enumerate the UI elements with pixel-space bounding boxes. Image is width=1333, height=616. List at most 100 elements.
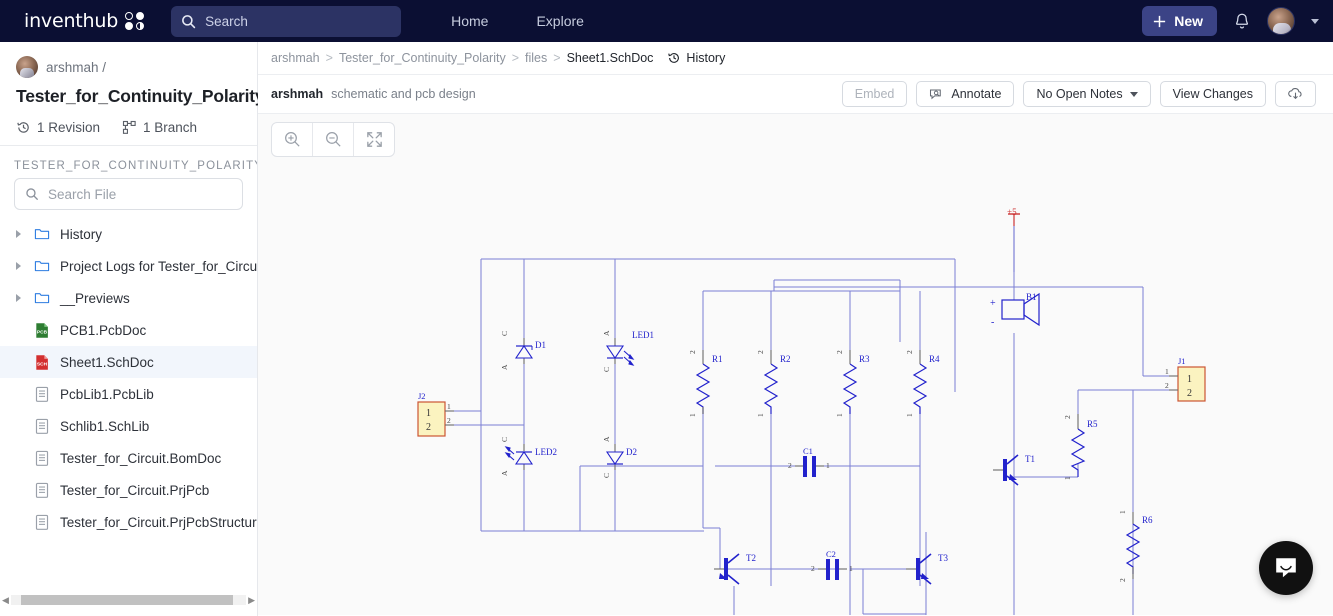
component-J1[interactable]: J1 1 2 1 2 (1165, 356, 1205, 401)
commit-summary: arshmah schematic and pcb design (271, 87, 476, 101)
file-tree-item[interactable]: SCHSheet1.SchDoc (0, 346, 257, 378)
branch-count[interactable]: 1 Branch (122, 120, 197, 135)
breadcrumb-item-files[interactable]: files (525, 51, 547, 65)
file-tree-item-label: PCB1.PcbDoc (60, 323, 146, 338)
component-ref-T3: T3 (938, 553, 948, 563)
svg-text:PCB: PCB (37, 329, 48, 335)
expand-toggle-icon[interactable] (12, 294, 24, 302)
svg-text:1: 1 (688, 413, 697, 417)
component-T3[interactable]: T3 (906, 553, 948, 584)
component-R5[interactable]: 2 1 R5 (1063, 414, 1098, 480)
component-ref-C1: C1 (803, 446, 813, 456)
file-tree-item[interactable]: PcbLib1.PcbLib (0, 378, 257, 410)
file-tree-item-label: Project Logs for Tester_for_Circui (60, 259, 260, 274)
svg-text:A: A (602, 436, 611, 442)
component-ref-R3: R3 (859, 354, 870, 364)
chat-bubble-icon (1273, 555, 1299, 581)
component-LED1[interactable]: A C LED1 (602, 330, 654, 372)
new-button[interactable]: New (1142, 6, 1217, 36)
view-changes-button[interactable]: View Changes (1160, 81, 1266, 107)
download-cloud-icon (1287, 86, 1304, 102)
component-ref-J2: J2 (418, 391, 426, 401)
intercom-chat-button[interactable] (1259, 541, 1313, 595)
breadcrumb-separator: > (553, 51, 560, 65)
file-tree-item[interactable]: Project Logs for Tester_for_Circui (0, 250, 257, 282)
folder-icon (34, 290, 50, 306)
component-R1[interactable]: 2 1 R1 (688, 350, 723, 417)
user-avatar[interactable] (1267, 7, 1295, 35)
plus-icon (1152, 14, 1167, 29)
file-tree-item[interactable]: __Previews (0, 282, 257, 314)
component-C1[interactable]: 2 1 C1 (788, 446, 830, 477)
svg-text:2: 2 (1118, 578, 1127, 582)
svg-text:C: C (500, 437, 509, 442)
component-ref-R1: R1 (712, 354, 723, 364)
revision-count-label: 1 Revision (37, 120, 100, 135)
revision-count[interactable]: 1 Revision (16, 120, 100, 135)
component-ref-D1: D1 (535, 340, 546, 350)
breadcrumb-item-repo[interactable]: Tester_for_Continuity_Polarity (339, 51, 506, 65)
schematic-viewer[interactable]: +5 GND -5 J2 1 2 1 (258, 114, 1333, 615)
annotate-button[interactable]: Annotate (916, 81, 1014, 107)
component-ref-R6: R6 (1142, 515, 1153, 525)
file-tree-item-label: Tester_for_Circuit.PrjPcbStructur (60, 515, 257, 530)
chevron-down-icon[interactable] (1311, 19, 1319, 24)
branch-icon (122, 120, 137, 135)
svg-text:C: C (602, 473, 611, 478)
file-tree-item[interactable]: Tester_for_Circuit.BomDoc (0, 442, 257, 474)
scrollbar-track[interactable] (11, 595, 246, 605)
net-label-plus5: +5 (1007, 207, 1017, 217)
power-net-plus5: +5 (1007, 207, 1020, 272)
open-notes-dropdown[interactable]: No Open Notes (1023, 81, 1150, 107)
breadcrumb-item-owner[interactable]: arshmah (271, 51, 320, 65)
owner-avatar (16, 56, 38, 78)
fit-screen-button[interactable] (354, 123, 394, 156)
nav-link-explore[interactable]: Explore (526, 7, 593, 35)
file-tree-item[interactable]: Schlib1.SchLib (0, 410, 257, 442)
component-R3[interactable]: 2 1 R3 (835, 350, 870, 417)
embed-button[interactable]: Embed (842, 81, 908, 107)
svg-text:2: 2 (756, 350, 765, 354)
component-J2[interactable]: J2 1 2 1 2 (418, 391, 454, 436)
nav-link-home[interactable]: Home (441, 7, 498, 35)
search-icon (181, 14, 196, 29)
component-R2[interactable]: 2 1 R2 (756, 350, 791, 417)
svg-text:A: A (602, 330, 611, 336)
component-R6[interactable]: 1 2 R6 (1118, 510, 1153, 582)
file-tree-item[interactable]: History (0, 218, 257, 250)
component-C2[interactable]: 2 1 C2 (811, 549, 853, 580)
component-ref-T1: T1 (1025, 454, 1035, 464)
schematic-canvas[interactable]: +5 GND -5 J2 1 2 1 (258, 114, 1333, 615)
file-tree-item[interactable]: PCB PCB1.PcbDoc (0, 314, 257, 346)
component-LED2[interactable]: C A LED2 (500, 437, 557, 476)
scroll-left-icon[interactable]: ◀ (2, 595, 9, 606)
scroll-right-icon[interactable]: ▶ (248, 595, 255, 606)
file-tree-item[interactable]: Tester_for_Circuit.PrjPcbStructur (0, 506, 257, 538)
history-icon (667, 51, 681, 65)
file-tree: History Project Logs for Tester_for_Circu… (0, 218, 257, 538)
file-tree-item[interactable]: Tester_for_Circuit.PrjPcb (0, 474, 257, 506)
scrollbar-thumb[interactable] (21, 595, 233, 605)
repo-owner-row[interactable]: arshmah / (16, 56, 241, 78)
history-link-label: History (686, 51, 725, 65)
file-search-input[interactable]: Search File (14, 178, 243, 210)
svg-text:C: C (602, 367, 611, 372)
bell-icon[interactable] (1233, 12, 1251, 31)
component-D2[interactable]: A C D2 (602, 436, 637, 478)
main-pane: arshmah > Tester_for_Continuity_Polarity… (258, 42, 1333, 616)
download-button[interactable] (1275, 81, 1316, 107)
brand-logo[interactable]: inventhub (24, 10, 145, 32)
svg-text:1: 1 (849, 564, 853, 573)
history-link[interactable]: History (667, 51, 725, 65)
sidebar-horizontal-scrollbar[interactable]: ◀ ▶ (0, 592, 257, 608)
breadcrumb-separator: > (512, 51, 519, 65)
expand-toggle-icon[interactable] (12, 230, 24, 238)
document-file-icon (34, 386, 50, 403)
zoom-in-button[interactable] (272, 123, 312, 156)
global-search-input[interactable]: Search (171, 6, 401, 37)
expand-toggle-icon[interactable] (12, 262, 24, 270)
component-ref-J1: J1 (1178, 356, 1186, 366)
component-D1[interactable]: C A D1 (500, 331, 546, 370)
zoom-out-button[interactable] (313, 123, 353, 156)
component-R4[interactable]: 2 1 R4 (905, 350, 940, 417)
